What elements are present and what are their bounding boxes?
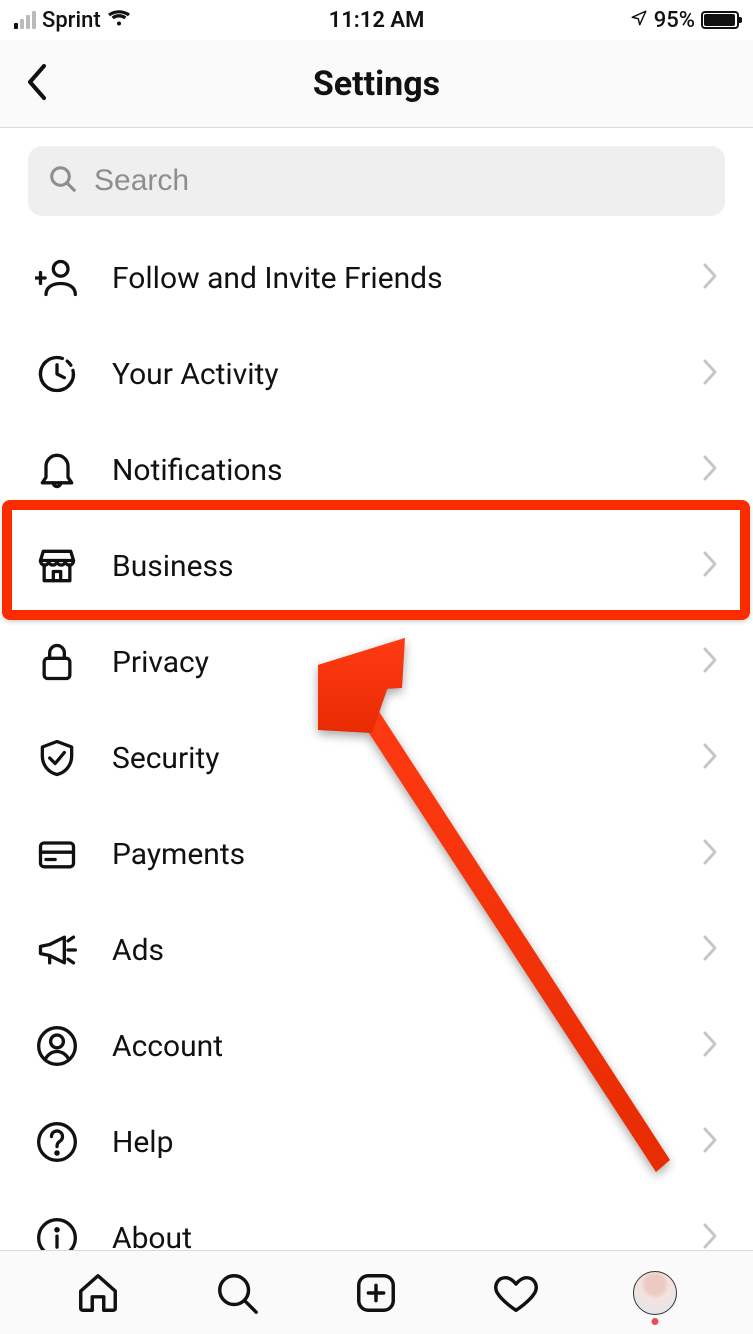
clock-label: 11:12 AM [329,8,425,33]
settings-menu: Follow and Invite Friends Your Activity … [0,230,753,1286]
search-icon [214,1270,260,1316]
search-icon [48,164,78,198]
menu-item-follow-invite[interactable]: Follow and Invite Friends [0,230,753,326]
menu-label: Privacy [112,645,669,680]
tab-profile[interactable] [628,1266,682,1320]
tab-home[interactable] [71,1266,125,1320]
battery-icon [701,11,739,29]
shield-check-icon [34,735,80,781]
chevron-left-icon [24,62,50,102]
status-right: 95% [630,8,739,33]
storefront-icon [34,543,80,589]
tab-activity[interactable] [489,1266,543,1320]
menu-item-activity[interactable]: Your Activity [0,326,753,422]
menu-item-security[interactable]: Security [0,710,753,806]
page-title: Settings [313,64,440,104]
tab-search[interactable] [210,1266,264,1320]
menu-label: Business [112,549,669,584]
lock-icon [34,639,80,685]
user-circle-icon [34,1023,80,1069]
search-container [0,128,753,230]
search-box[interactable] [28,146,725,216]
menu-item-privacy[interactable]: Privacy [0,614,753,710]
menu-label: Account [112,1029,669,1064]
chevron-right-icon [701,742,719,774]
menu-item-payments[interactable]: Payments [0,806,753,902]
search-input[interactable] [94,164,705,198]
wifi-icon [107,7,131,33]
tab-create[interactable] [349,1266,403,1320]
menu-label: Your Activity [112,357,669,392]
menu-label: Ads [112,933,669,968]
status-left: Sprint [14,7,131,33]
carrier-label: Sprint [42,8,101,33]
tab-bar [0,1250,753,1334]
card-icon [34,831,80,877]
avatar-icon [633,1271,677,1315]
chevron-right-icon [701,550,719,582]
menu-label: Security [112,741,669,776]
chevron-right-icon [701,358,719,390]
chevron-right-icon [701,646,719,678]
chevron-right-icon [701,934,719,966]
menu-item-business[interactable]: Business [0,518,753,614]
help-circle-icon [34,1119,80,1165]
menu-item-ads[interactable]: Ads [0,902,753,998]
back-button[interactable] [24,62,50,106]
clock-icon [34,351,80,397]
chevron-right-icon [701,1126,719,1158]
person-add-icon [34,255,80,301]
signal-icon [14,11,36,29]
plus-square-icon [353,1270,399,1316]
chevron-right-icon [701,838,719,870]
menu-item-account[interactable]: Account [0,998,753,1094]
chevron-right-icon [701,262,719,294]
chevron-right-icon [701,454,719,486]
location-icon [630,8,648,32]
menu-item-help[interactable]: Help [0,1094,753,1190]
home-icon [75,1270,121,1316]
nav-header: Settings [0,40,753,128]
megaphone-icon [34,927,80,973]
status-bar: Sprint 11:12 AM 95% [0,0,753,40]
bell-icon [34,447,80,493]
heart-icon [493,1270,539,1316]
chevron-right-icon [701,1030,719,1062]
menu-label: Help [112,1125,669,1160]
menu-label: Payments [112,837,669,872]
menu-label: Follow and Invite Friends [112,261,669,296]
menu-label: Notifications [112,453,669,488]
menu-item-notifications[interactable]: Notifications [0,422,753,518]
battery-pct-label: 95% [654,8,695,33]
